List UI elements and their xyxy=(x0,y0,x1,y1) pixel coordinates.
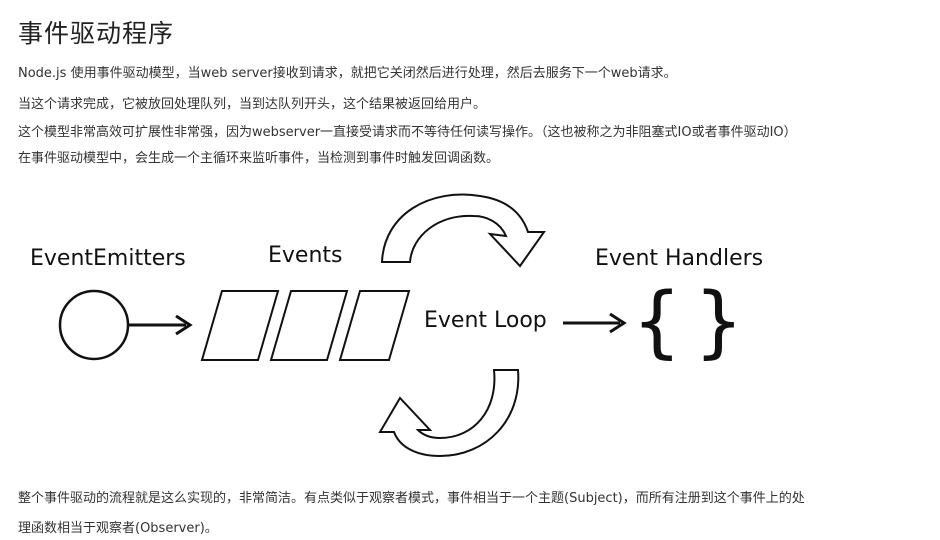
event-box-3 xyxy=(338,290,411,361)
events-label: Events xyxy=(268,243,343,268)
handler-arrow xyxy=(563,312,627,334)
closing-paragraph-line-2: 理函数相当于观察者(Observer)。 xyxy=(18,521,218,536)
page-title: 事件驱动程序 xyxy=(18,19,175,48)
loop-bottom-arrow-icon xyxy=(378,369,520,458)
handler-open-brace: { xyxy=(632,277,682,367)
event-loop-diagram: EventEmitters Events Event Loop Event Ha… xyxy=(30,193,763,458)
emitter-arrow xyxy=(128,314,193,336)
event-loop-label: Event Loop xyxy=(424,308,547,333)
event-handlers-label: Event Handlers xyxy=(595,246,763,271)
handler-close-brace: } xyxy=(694,277,744,367)
closing-paragraph-line-1: 整个事件驱动的流程就是这么实现的，非常简洁。有点类似于观察者模式，事件相当于一个… xyxy=(18,491,805,506)
loop-top-arrow-icon xyxy=(380,193,546,268)
emitter-circle xyxy=(58,289,130,361)
paragraph-1: Node.js 使用事件驱动模型，当web server接收到请求，就把它关闭然… xyxy=(18,66,677,81)
event-box-1 xyxy=(200,290,280,361)
paragraph-2: 当这个请求完成，它被放回处理队列，当到达队列开头，这个结果被返回给用户。 xyxy=(18,97,487,112)
event-box-2 xyxy=(269,290,349,361)
event-emitters-label: EventEmitters xyxy=(30,246,186,271)
paragraph-4: 在事件驱动模型中，会生成一个主循环来监听事件，当检测到事件时触发回调函数。 xyxy=(18,151,500,166)
paragraph-3: 这个模型非常高效可扩展性非常强，因为webserver一直接受请求而不等待任何读… xyxy=(18,125,797,140)
